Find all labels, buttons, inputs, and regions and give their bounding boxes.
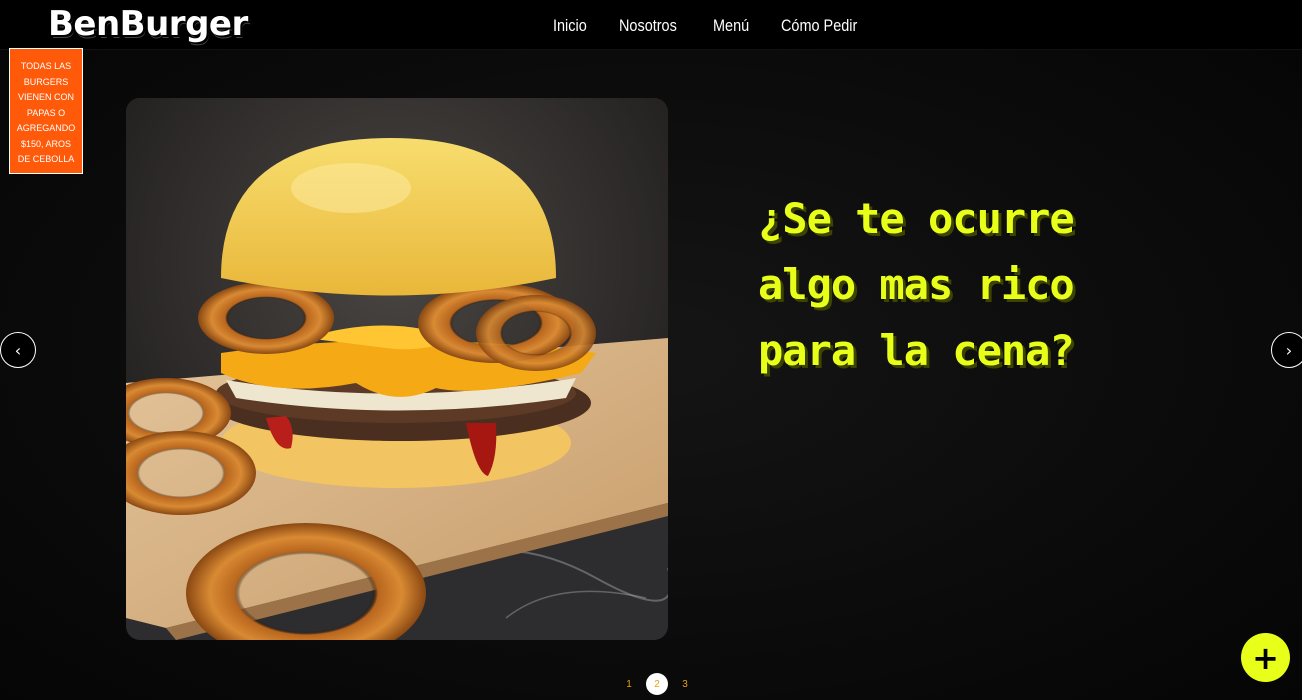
- promo-banner: TODAS LAS BURGERS VIENEN CON PAPAS O AGR…: [9, 48, 83, 174]
- plus-icon: +: [1252, 638, 1279, 677]
- carousel-prev-button[interactable]: ‹: [0, 332, 36, 368]
- burger-image: [126, 98, 668, 640]
- top-navbar: BenBurger Inicio Nosotros Menú Cómo Pedi…: [0, 0, 1302, 50]
- burger-photo: [126, 98, 668, 640]
- carousel-pagination: 1 2 3: [618, 673, 702, 695]
- pagination-bullet[interactable]: 1: [618, 673, 640, 695]
- nav-link-menu[interactable]: Menú: [713, 14, 749, 38]
- nav-link-inicio[interactable]: Inicio: [553, 14, 587, 38]
- chevron-left-icon: ‹: [14, 340, 22, 360]
- chevron-right-icon: ›: [1285, 340, 1293, 360]
- pagination-bullet[interactable]: 3: [674, 673, 696, 695]
- nav-link-nosotros[interactable]: Nosotros: [619, 14, 677, 38]
- main-nav: Inicio Nosotros Menú Cómo Pedir: [553, 14, 897, 38]
- slide-headline: ¿Se te ocurre algo mas rico para la cena…: [758, 194, 1075, 375]
- nav-link-como-pedir[interactable]: Cómo Pedir: [781, 14, 857, 38]
- brand-logo[interactable]: BenBurger: [48, 4, 248, 44]
- floating-add-button[interactable]: +: [1241, 633, 1290, 682]
- carousel-next-button[interactable]: ›: [1271, 332, 1302, 368]
- pagination-bullet-active[interactable]: 2: [646, 673, 668, 695]
